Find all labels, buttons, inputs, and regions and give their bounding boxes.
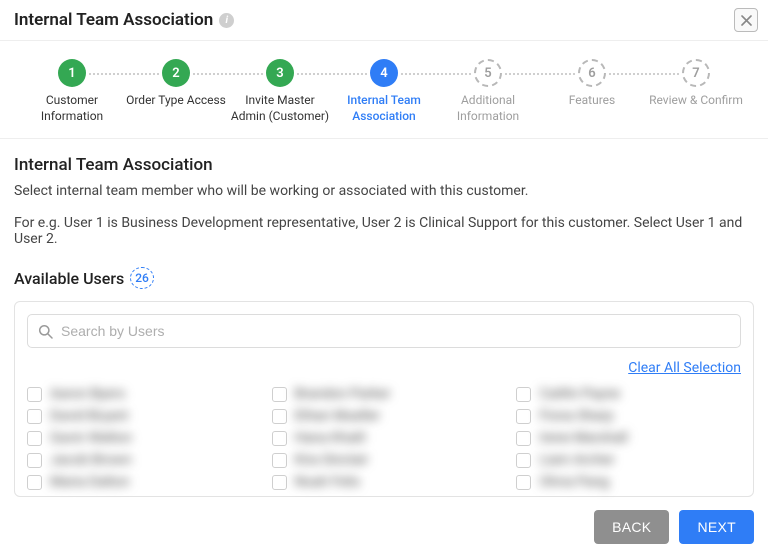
- user-name: David Bryant: [50, 408, 128, 424]
- user-name: Maria Dalton: [50, 474, 129, 490]
- step-circle: 1: [58, 59, 86, 87]
- step-circle: 5: [474, 59, 502, 87]
- step-3[interactable]: 3 Invite Master Admin (Customer): [228, 59, 332, 124]
- user-checkbox[interactable]: [272, 409, 287, 424]
- user-item: Olivia Pang: [516, 474, 741, 490]
- user-item: Fiona Sharp: [516, 408, 741, 424]
- user-checkbox[interactable]: [272, 475, 287, 490]
- user-name: Kira Sinclair: [295, 452, 369, 468]
- available-users-label: Available Users: [14, 269, 124, 288]
- search-wrapper: [27, 314, 741, 348]
- section-title: Internal Team Association: [14, 155, 754, 175]
- user-item: Noah Felix: [272, 474, 497, 490]
- user-item: Liam Archer: [516, 452, 741, 468]
- modal-title: Internal Team Association: [14, 10, 213, 30]
- search-input[interactable]: [61, 323, 730, 339]
- clear-all-link[interactable]: Clear All Selection: [628, 360, 741, 376]
- available-users-count: 26: [130, 267, 154, 289]
- user-checkbox[interactable]: [272, 387, 287, 402]
- user-checkbox[interactable]: [27, 453, 42, 468]
- user-name: Ethan Mueller: [295, 408, 380, 424]
- user-checkbox[interactable]: [27, 387, 42, 402]
- user-name: Jacob Brown: [50, 452, 132, 468]
- step-label: Review & Confirm: [649, 93, 743, 109]
- user-checkbox[interactable]: [516, 409, 531, 424]
- user-checkbox[interactable]: [516, 387, 531, 402]
- user-name: Olivia Pang: [539, 474, 609, 490]
- step-circle: 4: [370, 59, 398, 87]
- user-item: Maria Dalton: [27, 474, 252, 490]
- step-1[interactable]: 1 Customer Information: [20, 59, 124, 124]
- user-item: Brandon Parker: [272, 386, 497, 402]
- content-scroll[interactable]: 1Customer Information2Order Type Access3…: [0, 41, 768, 500]
- close-icon: [741, 15, 752, 26]
- user-item: Hana Khalil: [272, 430, 497, 446]
- step-label: Customer Information: [20, 93, 124, 124]
- user-item: Jacob Brown: [27, 452, 252, 468]
- stepper: 1Customer Information2Order Type Access3…: [0, 41, 768, 139]
- step-circle: 7: [682, 59, 710, 87]
- user-name: Fiona Sharp: [539, 408, 613, 424]
- step-7[interactable]: 7 Review & Confirm: [644, 59, 748, 124]
- user-name: Irene Marshall: [539, 430, 627, 446]
- section-description: Select internal team member who will be …: [14, 183, 754, 199]
- step-label: Invite Master Admin (Customer): [228, 93, 332, 124]
- user-checkbox[interactable]: [27, 475, 42, 490]
- step-circle: 6: [578, 59, 606, 87]
- section-example: For e.g. User 1 is Business Development …: [14, 215, 754, 247]
- step-2[interactable]: 2 Order Type Access: [124, 59, 228, 124]
- next-button[interactable]: NEXT: [679, 510, 754, 544]
- user-name: Hana Khalil: [295, 430, 366, 446]
- user-name: Noah Felix: [295, 474, 361, 490]
- user-name: Brandon Parker: [295, 386, 391, 402]
- user-name: Caitlin Payne: [539, 386, 620, 402]
- user-item: Gavin Walton: [27, 430, 252, 446]
- step-circle: 2: [162, 59, 190, 87]
- user-item: Ethan Mueller: [272, 408, 497, 424]
- user-item: Caitlin Payne: [516, 386, 741, 402]
- step-label: Order Type Access: [126, 93, 226, 109]
- user-item: Kira Sinclair: [272, 452, 497, 468]
- step-label: Internal Team Association: [332, 93, 436, 124]
- modal-header: Internal Team Association i: [0, 0, 768, 41]
- user-name: Gavin Walton: [50, 430, 132, 446]
- user-checkbox[interactable]: [27, 409, 42, 424]
- info-icon[interactable]: i: [219, 13, 234, 28]
- step-label: Additional Information: [436, 93, 540, 124]
- user-checkbox[interactable]: [516, 431, 531, 446]
- step-5[interactable]: 5 Additional Information: [436, 59, 540, 124]
- user-checkbox[interactable]: [516, 475, 531, 490]
- user-name: Aaron Byers: [50, 386, 125, 402]
- user-item: Irene Marshall: [516, 430, 741, 446]
- step-4[interactable]: 4 Internal Team Association: [332, 59, 436, 124]
- user-checkbox[interactable]: [516, 453, 531, 468]
- user-grid: Aaron Byers Brandon Parker Caitlin Payne Da…: [27, 386, 741, 490]
- step-label: Features: [569, 93, 615, 109]
- close-button[interactable]: [734, 8, 758, 32]
- step-6[interactable]: 6 Features: [540, 59, 644, 124]
- user-checkbox[interactable]: [272, 453, 287, 468]
- user-name: Liam Archer: [539, 452, 614, 468]
- available-users-card: Clear All Selection Aaron Byers Brandon P…: [14, 301, 754, 497]
- user-checkbox[interactable]: [27, 431, 42, 446]
- footer: BACK NEXT: [0, 500, 768, 554]
- back-button[interactable]: BACK: [594, 510, 669, 544]
- user-item: David Bryant: [27, 408, 252, 424]
- user-checkbox[interactable]: [272, 431, 287, 446]
- search-icon: [38, 324, 53, 339]
- user-item: Aaron Byers: [27, 386, 252, 402]
- step-circle: 3: [266, 59, 294, 87]
